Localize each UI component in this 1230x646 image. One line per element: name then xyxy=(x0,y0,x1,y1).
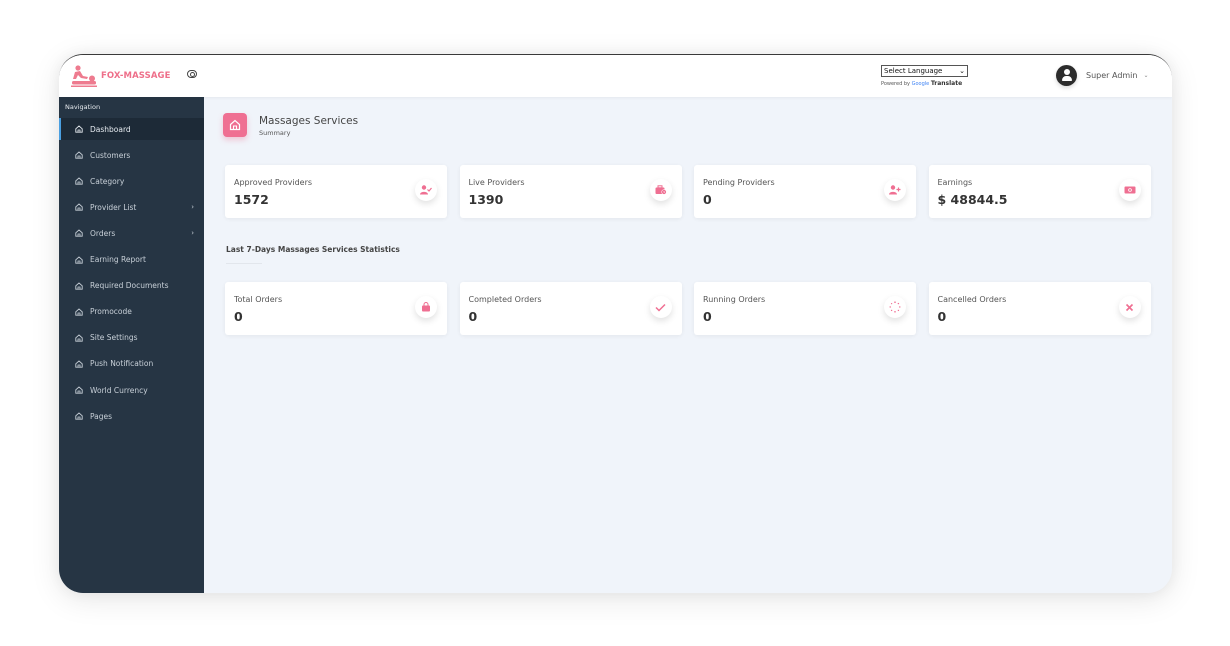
chevron-right-icon: › xyxy=(191,203,194,212)
stat-card-value: 0 xyxy=(234,309,243,324)
sidebar-item-label: Customers xyxy=(90,150,131,160)
home-icon xyxy=(75,386,90,394)
user-menu[interactable]: Super Admin ⌄ xyxy=(1056,65,1149,86)
stat-card-label: Cancelled Orders xyxy=(937,295,1007,304)
sidebar-item-earning-report[interactable]: Earning Report xyxy=(59,249,204,271)
stat-card-value: 0 xyxy=(703,192,712,207)
stat-card-label: Approved Providers xyxy=(234,178,313,187)
stat-card-approved-providers[interactable]: Approved Providers 1572 xyxy=(225,165,447,218)
sidebar-item-label: Site Settings xyxy=(90,333,138,343)
stat-card-label: Live Providers xyxy=(468,178,525,187)
sidebar-item-orders[interactable]: Orders › xyxy=(59,222,204,244)
sidebar-item-category[interactable]: Category xyxy=(59,170,204,192)
language-select-value: Select Language xyxy=(884,67,943,75)
stat-card-live-providers[interactable]: Live Providers 1390 xyxy=(459,165,682,218)
chevron-right-icon: › xyxy=(191,229,194,238)
chevron-down-icon: ⌄ xyxy=(959,67,965,75)
top-bar: FOX-MASSAGE Select Language ⌄ Powered by… xyxy=(59,55,1172,97)
main-content: Massages Services Summary Approved Provi… xyxy=(204,97,1172,593)
home-icon xyxy=(223,113,247,137)
avatar xyxy=(1056,65,1077,86)
section-title: Last 7-Days Massages Services Statistics xyxy=(226,245,400,254)
home-icon xyxy=(75,412,90,420)
stat-card-label: Running Orders xyxy=(703,295,766,304)
check-icon xyxy=(649,296,672,318)
home-icon xyxy=(75,151,90,159)
stat-card-value: 0 xyxy=(468,309,478,324)
stat-card-earnings[interactable]: Earnings $ 48844.5 xyxy=(928,165,1151,218)
home-icon xyxy=(75,203,90,211)
sidebar-item-required-documents[interactable]: Required Documents xyxy=(59,275,204,297)
sidebar-item-site-settings[interactable]: Site Settings xyxy=(59,327,204,349)
home-icon xyxy=(75,281,90,290)
money-bill-icon xyxy=(1118,179,1141,201)
close-icon xyxy=(1118,296,1141,318)
chevron-down-icon: ⌄ xyxy=(1143,72,1149,79)
home-icon xyxy=(75,308,90,316)
user-plus-icon xyxy=(884,179,906,201)
stat-card-cancelled-orders[interactable]: Cancelled Orders 0 xyxy=(928,282,1151,335)
stat-card-total-orders[interactable]: Total Orders 0 xyxy=(225,282,447,335)
sidebar-item-label: Promocode xyxy=(90,307,132,317)
briefcase-clock-icon xyxy=(649,179,672,201)
sidebar-item-label: Earning Report xyxy=(90,255,146,264)
sidebar-toggle-icon[interactable] xyxy=(187,70,197,78)
massage-logo-icon xyxy=(71,65,97,87)
home-icon xyxy=(75,360,90,368)
nav-title: Navigation xyxy=(65,103,101,111)
translate-link[interactable]: Translate xyxy=(931,80,962,87)
home-icon xyxy=(75,229,90,238)
stat-card-value: 0 xyxy=(937,309,947,324)
spinner-icon xyxy=(884,296,906,318)
stat-card-value: 1390 xyxy=(468,192,504,207)
section-divider xyxy=(226,263,262,264)
shopping-bag-icon xyxy=(415,296,437,318)
sidebar-item-label: Push Notification xyxy=(90,359,154,369)
sidebar-item-dashboard[interactable]: Dashboard xyxy=(59,118,204,140)
sidebar-item-label: World Currency xyxy=(90,385,148,395)
sidebar-item-push-notification[interactable]: Push Notification xyxy=(59,353,204,375)
language-select[interactable]: Select Language ⌄ xyxy=(881,65,968,77)
sidebar-item-label: Pages xyxy=(90,411,113,421)
user-check-icon xyxy=(415,179,437,201)
home-icon xyxy=(75,255,90,264)
sidebar-item-world-currency[interactable]: World Currency xyxy=(59,379,204,401)
stat-card-value: 1572 xyxy=(234,192,269,207)
sidebar-item-label: Required Documents xyxy=(90,281,169,291)
stat-card-pending-providers[interactable]: Pending Providers 0 xyxy=(694,165,916,218)
sidebar-item-label: Provider List xyxy=(90,202,137,212)
stat-card-completed-orders[interactable]: Completed Orders 0 xyxy=(459,282,682,335)
stat-card-label: Total Orders xyxy=(234,295,283,304)
home-icon xyxy=(75,177,90,185)
user-name: Super Admin xyxy=(1086,71,1138,80)
stat-card-value: 0 xyxy=(703,309,712,324)
language-translator: Select Language ⌄ Powered by Google Tran… xyxy=(881,65,968,87)
brand-name: FOX-MASSAGE xyxy=(101,71,171,81)
stat-card-label: Pending Providers xyxy=(703,178,775,187)
app-window: FOX-MASSAGE Select Language ⌄ Powered by… xyxy=(59,54,1172,593)
stat-card-label: Earnings xyxy=(937,178,973,187)
home-icon xyxy=(75,334,90,342)
google-label: Google xyxy=(911,81,930,87)
page-header: Massages Services Summary xyxy=(223,113,358,137)
stat-card-label: Completed Orders xyxy=(468,295,542,304)
page-title: Massages Services xyxy=(259,115,359,127)
stat-card-running-orders[interactable]: Running Orders 0 xyxy=(694,282,916,335)
powered-by-label: Powered by xyxy=(881,81,910,87)
sidebar-item-label: Orders xyxy=(90,228,116,238)
page-subtitle: Summary xyxy=(259,129,291,137)
stat-card-value: $ 48844.5 xyxy=(937,192,1008,207)
sidebar: Navigation Dashboard Customers Category Pro… xyxy=(59,97,204,593)
logo[interactable]: FOX-MASSAGE xyxy=(70,64,170,88)
sidebar-item-pages[interactable]: Pages xyxy=(59,405,204,427)
powered-by-google: Powered by Google Translate xyxy=(881,80,968,87)
home-icon xyxy=(75,125,90,133)
sidebar-item-promocode[interactable]: Promocode xyxy=(59,301,204,323)
sidebar-item-label: Dashboard xyxy=(90,124,131,134)
sidebar-item-provider-list[interactable]: Provider List › xyxy=(59,196,204,218)
sidebar-item-customers[interactable]: Customers xyxy=(59,144,204,166)
sidebar-item-label: Category xyxy=(90,176,125,186)
